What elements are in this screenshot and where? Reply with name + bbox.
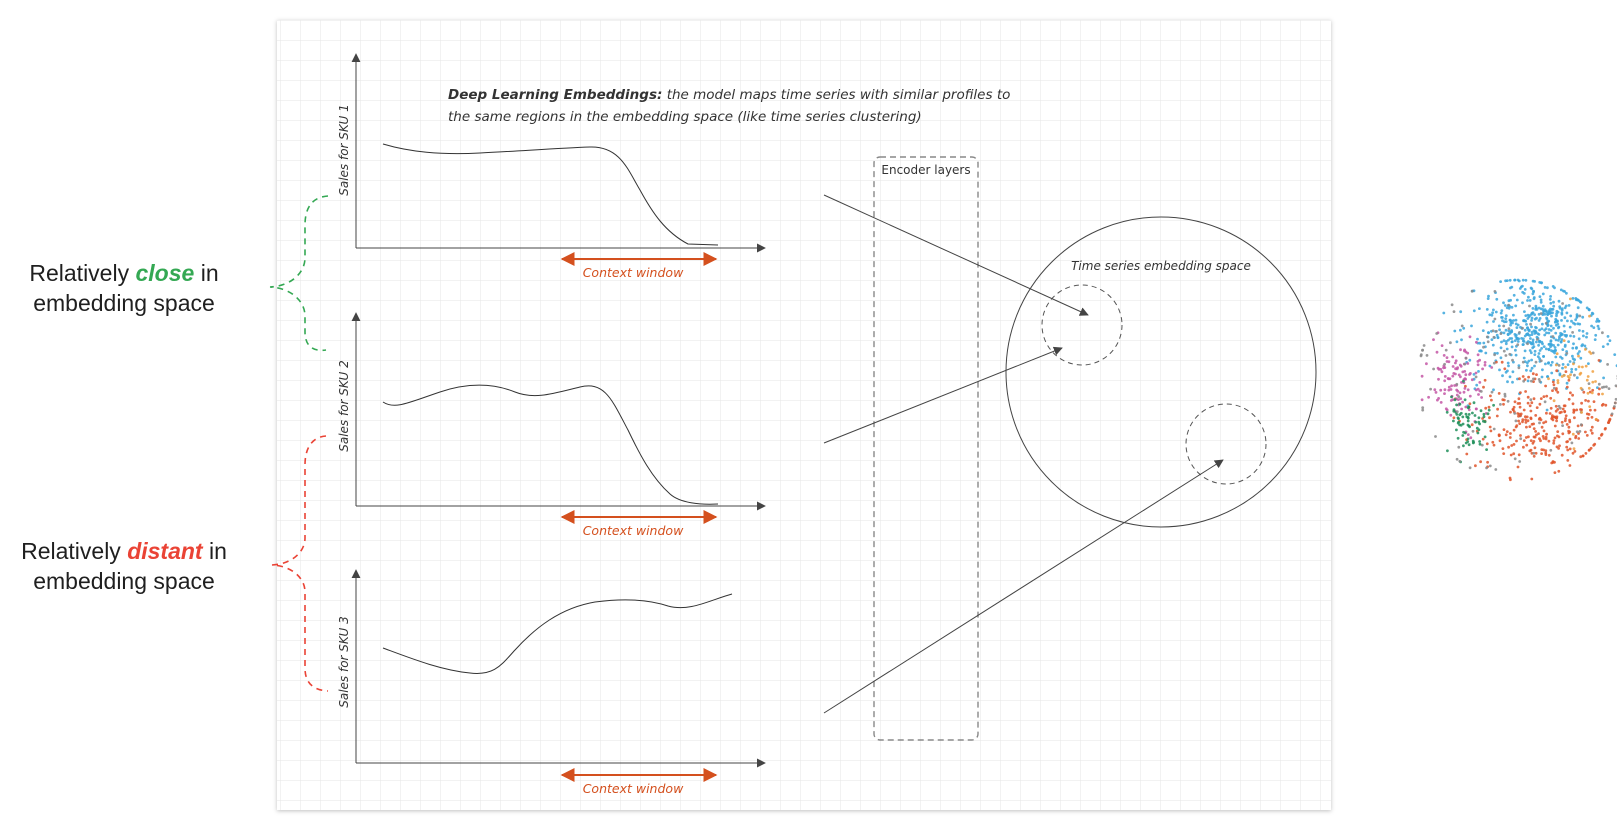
encoder-layers-label: Encoder layers [881,163,970,177]
context-window-label: Context window [583,523,684,538]
diagram-canvas: Deep Learning Embeddings: the model maps… [269,20,1617,810]
embedding-space-label: Time series embedding space [1071,259,1251,273]
heading-line-2: the same regions in the embedding space … [448,109,922,125]
tsne-scatter-icon [1419,278,1617,482]
grid-background [277,20,1331,810]
y-axis-label: Sales for SKU 2 [337,360,351,452]
close-label: Relatively close in embedding space [29,260,219,316]
context-window-label: Context window [583,781,684,796]
y-axis-label: Sales for SKU 3 [337,616,351,708]
heading-line-1: Deep Learning Embeddings: the model maps… [448,87,1010,103]
context-window-label: Context window [583,265,684,280]
distant-label: Relatively distant in embedding space [21,538,227,594]
y-axis-label: Sales for SKU 1 [337,104,351,196]
